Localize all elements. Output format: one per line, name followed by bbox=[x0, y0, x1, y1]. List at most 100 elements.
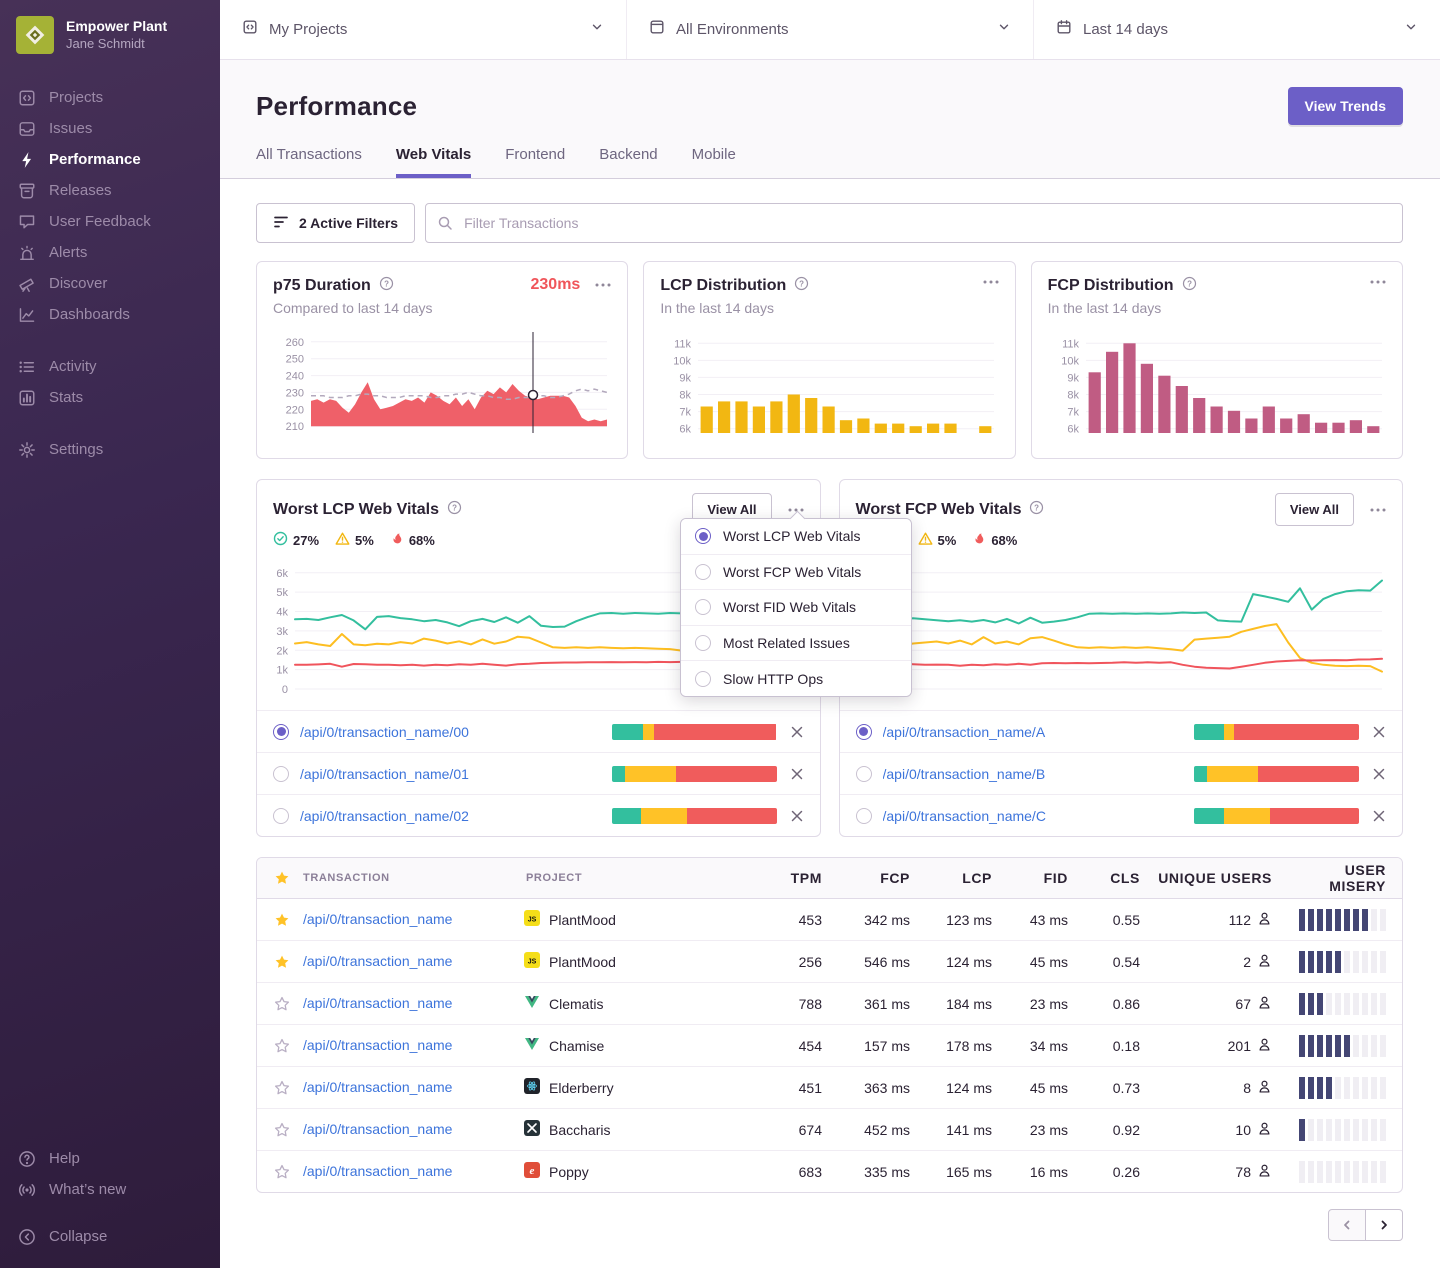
transaction-radio[interactable] bbox=[856, 808, 872, 824]
close-icon[interactable] bbox=[1372, 725, 1386, 739]
close-icon[interactable] bbox=[790, 725, 804, 739]
date-range-dropdown[interactable]: Last 14 days bbox=[1033, 0, 1440, 59]
project-cell[interactable]: Clematis bbox=[524, 994, 774, 1013]
project-name: Clematis bbox=[549, 996, 603, 1012]
svg-text:7k: 7k bbox=[680, 407, 692, 419]
org-switcher[interactable]: Empower Plant Jane Schmidt bbox=[0, 0, 220, 66]
help-icon[interactable]: ? bbox=[1182, 276, 1197, 296]
card-menu-icon[interactable] bbox=[1370, 276, 1386, 288]
star-toggle[interactable] bbox=[257, 996, 301, 1012]
transaction-radio[interactable] bbox=[273, 724, 289, 740]
tab-web-vitals[interactable]: Web Vitals bbox=[396, 146, 471, 178]
transaction-search-input[interactable] bbox=[425, 203, 1403, 243]
sidebar-item-activity[interactable]: Activity bbox=[0, 351, 220, 382]
issues-icon bbox=[18, 120, 36, 138]
active-filters-button[interactable]: 2 Active Filters bbox=[256, 203, 415, 243]
project-filter-dropdown[interactable]: My Projects bbox=[220, 0, 626, 59]
close-icon[interactable] bbox=[1372, 767, 1386, 781]
sidebar-item-projects[interactable]: Projects bbox=[0, 82, 220, 113]
column-header-user-misery[interactable]: USER MISERY bbox=[1284, 862, 1402, 894]
tab-mobile[interactable]: Mobile bbox=[692, 146, 736, 178]
sidebar-item-performance[interactable]: Performance bbox=[0, 144, 220, 175]
star-toggle[interactable] bbox=[257, 1080, 301, 1096]
close-icon[interactable] bbox=[1372, 809, 1386, 823]
tab-backend[interactable]: Backend bbox=[599, 146, 657, 178]
card-menu-icon[interactable] bbox=[1370, 504, 1386, 516]
project-cell[interactable]: Chamise bbox=[524, 1036, 774, 1055]
transaction-link[interactable]: /api/0/transaction_name bbox=[303, 1121, 452, 1137]
discover-icon bbox=[18, 275, 36, 293]
transaction-link[interactable]: /api/0/transaction_name bbox=[303, 911, 452, 927]
column-header-transaction[interactable]: TRANSACTION bbox=[301, 872, 524, 884]
tab-frontend[interactable]: Frontend bbox=[505, 146, 565, 178]
star-toggle[interactable] bbox=[257, 912, 301, 928]
transaction-link[interactable]: /api/0/transaction_name/A bbox=[883, 724, 1184, 740]
sidebar-item-dashboards[interactable]: Dashboards bbox=[0, 299, 220, 330]
transaction-link[interactable]: /api/0/transaction_name/02 bbox=[300, 808, 601, 824]
dropdown-option-worst-fid-web-vitals[interactable]: Worst FID Web Vitals bbox=[681, 589, 911, 625]
dropdown-option-slow-http-ops[interactable]: Slow HTTP Ops bbox=[681, 660, 911, 696]
transaction-link[interactable]: /api/0/transaction_name/C bbox=[883, 808, 1184, 824]
transaction-link[interactable]: /api/0/transaction_name/01 bbox=[300, 766, 601, 782]
help-icon[interactable]: ? bbox=[379, 276, 394, 296]
transaction-radio[interactable] bbox=[273, 808, 289, 824]
tab-all-transactions[interactable]: All Transactions bbox=[256, 146, 362, 178]
project-cell[interactable]: ePoppy bbox=[524, 1162, 774, 1181]
sidebar-item-collapse[interactable]: Collapse bbox=[0, 1221, 220, 1252]
sidebar-item-label: Collapse bbox=[49, 1228, 107, 1245]
transaction-radio[interactable] bbox=[856, 724, 872, 740]
sidebar-item-discover[interactable]: Discover bbox=[0, 268, 220, 299]
close-icon[interactable] bbox=[790, 809, 804, 823]
transaction-link[interactable]: /api/0/transaction_name bbox=[303, 1079, 452, 1095]
unique-users-value: 67 bbox=[1156, 995, 1284, 1013]
transaction-link[interactable]: /api/0/transaction_name bbox=[303, 1163, 452, 1179]
transaction-link[interactable]: /api/0/transaction_name bbox=[303, 995, 452, 1011]
project-cell[interactable]: Baccharis bbox=[524, 1120, 774, 1139]
native-platform-icon bbox=[524, 1120, 540, 1139]
star-column-header[interactable] bbox=[257, 870, 301, 886]
column-header-lcp[interactable]: LCP bbox=[926, 870, 1008, 886]
transaction-radio[interactable] bbox=[273, 766, 289, 782]
column-header-tpm[interactable]: TPM bbox=[774, 870, 838, 886]
next-page-button[interactable] bbox=[1365, 1209, 1403, 1241]
sidebar-item-stats[interactable]: Stats bbox=[0, 382, 220, 413]
fid-value: 16 ms bbox=[1008, 1164, 1084, 1180]
view-trends-button[interactable]: View Trends bbox=[1288, 87, 1403, 125]
transaction-link[interactable]: /api/0/transaction_name/B bbox=[883, 766, 1184, 782]
project-cell[interactable]: Elderberry bbox=[524, 1078, 774, 1097]
dropdown-option-worst-fcp-web-vitals[interactable]: Worst FCP Web Vitals bbox=[681, 554, 911, 590]
help-icon[interactable]: ? bbox=[794, 276, 809, 296]
sidebar-item-releases[interactable]: Releases bbox=[0, 175, 220, 206]
sidebar-item-what-s-new[interactable]: What’s new bbox=[0, 1174, 220, 1205]
transaction-link[interactable]: /api/0/transaction_name bbox=[303, 953, 452, 969]
star-toggle[interactable] bbox=[257, 1164, 301, 1180]
sidebar-item-issues[interactable]: Issues bbox=[0, 113, 220, 144]
column-header-fid[interactable]: FID bbox=[1008, 870, 1084, 886]
sidebar-item-user-feedback[interactable]: User Feedback bbox=[0, 206, 220, 237]
help-icon[interactable]: ? bbox=[1029, 500, 1044, 520]
project-cell[interactable]: JSPlantMood bbox=[524, 952, 774, 971]
transaction-radio[interactable] bbox=[856, 766, 872, 782]
column-header-fcp[interactable]: FCP bbox=[838, 870, 926, 886]
user-misery-bar bbox=[1284, 993, 1402, 1015]
card-menu-icon[interactable] bbox=[983, 276, 999, 288]
star-toggle[interactable] bbox=[257, 1038, 301, 1054]
sidebar-item-settings[interactable]: Settings bbox=[0, 434, 220, 465]
close-icon[interactable] bbox=[790, 767, 804, 781]
transaction-link[interactable]: /api/0/transaction_name/00 bbox=[300, 724, 601, 740]
column-header-unique-users[interactable]: UNIQUE USERS bbox=[1156, 870, 1284, 886]
column-header-cls[interactable]: CLS bbox=[1084, 870, 1156, 886]
star-toggle[interactable] bbox=[257, 1122, 301, 1138]
svg-text:?: ? bbox=[1035, 503, 1040, 512]
card-menu-icon[interactable] bbox=[595, 279, 611, 291]
environment-filter-dropdown[interactable]: All Environments bbox=[626, 0, 1033, 59]
sidebar-item-help[interactable]: Help bbox=[0, 1143, 220, 1174]
sidebar-item-alerts[interactable]: Alerts bbox=[0, 237, 220, 268]
view-all-button[interactable]: View All bbox=[1275, 493, 1354, 526]
help-icon[interactable]: ? bbox=[447, 500, 462, 520]
dropdown-option-most-related-issues[interactable]: Most Related Issues bbox=[681, 625, 911, 661]
transaction-link[interactable]: /api/0/transaction_name bbox=[303, 1037, 452, 1053]
column-header-project[interactable]: PROJECT bbox=[524, 872, 774, 884]
project-cell[interactable]: JSPlantMood bbox=[524, 910, 774, 929]
star-toggle[interactable] bbox=[257, 954, 301, 970]
